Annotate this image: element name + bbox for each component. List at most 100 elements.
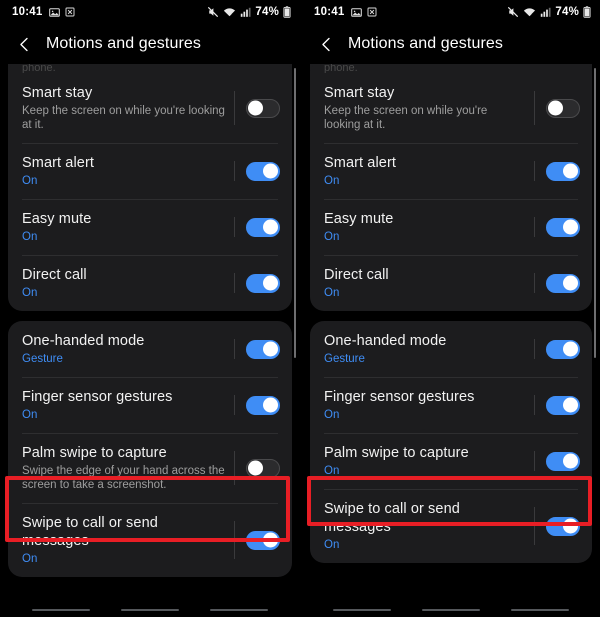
settings-scroll-area[interactable]: phone. Smart stay Keep the screen on whi… xyxy=(302,64,600,617)
toggle-palm-swipe-to-capture[interactable] xyxy=(546,451,580,471)
row-title: Smart alert xyxy=(22,155,95,171)
row-subtitle: Keep the screen on while you're looking … xyxy=(22,105,225,131)
chevron-left-icon xyxy=(321,37,330,51)
row-title: Finger sensor gestures xyxy=(324,389,475,405)
toggle-direct-call[interactable] xyxy=(246,273,280,293)
row-text: Smart stay Keep the screen on while you'… xyxy=(324,84,534,132)
wifi-icon xyxy=(223,7,236,18)
battery-icon xyxy=(583,6,591,18)
toggle-finger-sensor-gestures[interactable] xyxy=(546,395,580,415)
toggle-one-handed-mode[interactable] xyxy=(546,339,580,359)
settings-row-finger-sensor-gestures[interactable]: Finger sensor gestures On xyxy=(8,377,292,433)
toggle-easy-mute[interactable] xyxy=(546,217,580,237)
toggle-knob xyxy=(563,397,578,413)
row-text: Smart stay Keep the screen on while you'… xyxy=(22,84,234,132)
toggle-smart-stay[interactable] xyxy=(546,98,580,118)
settings-row-palm-swipe-to-capture[interactable]: Palm swipe to capture On xyxy=(310,433,592,489)
toggle-easy-mute[interactable] xyxy=(246,217,280,237)
toggle-swipe-to-call[interactable] xyxy=(546,516,580,536)
row-title: Smart stay xyxy=(324,85,395,101)
toggle-knob xyxy=(548,100,563,116)
settings-row-smart-stay[interactable]: Smart stay Keep the screen on while you'… xyxy=(8,73,292,143)
settings-row-palm-swipe-to-capture[interactable]: Palm swipe to capture Swipe the edge of … xyxy=(8,433,292,503)
settings-row-smart-alert[interactable]: Smart alert On xyxy=(310,143,592,199)
toggle-knob xyxy=(263,219,278,235)
row-divider xyxy=(234,217,235,237)
row-divider xyxy=(534,451,535,471)
row-text: Easy mute On xyxy=(324,210,534,244)
clipped-description-text: phone. xyxy=(310,64,592,73)
row-subtitle: On xyxy=(324,287,340,299)
row-subtitle: On xyxy=(22,553,38,565)
status-bar-clock: 10:41 xyxy=(12,6,43,18)
row-text: One-handed mode Gesture xyxy=(22,332,234,366)
nav-hint-back[interactable] xyxy=(510,609,569,611)
row-text: Palm swipe to capture On xyxy=(324,444,534,478)
row-text: Swipe to call or send messages On xyxy=(22,514,234,566)
toggle-finger-sensor-gestures[interactable] xyxy=(246,395,280,415)
settings-row-smart-stay[interactable]: Smart stay Keep the screen on while you'… xyxy=(310,73,592,143)
row-title: One-handed mode xyxy=(22,333,145,349)
row-divider xyxy=(234,451,235,485)
settings-row-swipe-to-call[interactable]: Swipe to call or send messages On xyxy=(310,489,592,563)
row-subtitle: On xyxy=(22,287,38,299)
mute-icon xyxy=(507,6,519,18)
scrollbar-thumb[interactable] xyxy=(594,68,596,358)
row-text: Easy mute On xyxy=(22,210,234,244)
nav-hint-recents[interactable] xyxy=(31,609,90,611)
row-divider xyxy=(534,217,535,237)
settings-row-easy-mute[interactable]: Easy mute On xyxy=(310,199,592,255)
back-button[interactable] xyxy=(13,33,35,55)
settings-row-one-handed-mode[interactable]: One-handed mode Gesture xyxy=(310,321,592,377)
settings-row-swipe-to-call[interactable]: Swipe to call or send messages On xyxy=(8,503,292,577)
toggle-direct-call[interactable] xyxy=(546,273,580,293)
toggle-knob xyxy=(563,518,578,534)
row-title: Direct call xyxy=(22,267,87,283)
toggle-smart-alert[interactable] xyxy=(246,161,280,181)
toggle-knob xyxy=(563,341,578,357)
row-subtitle: On xyxy=(22,231,38,243)
settings-row-easy-mute[interactable]: Easy mute On xyxy=(8,199,292,255)
row-subtitle: Gesture xyxy=(324,353,365,365)
settings-group-screen: phone. Smart stay Keep the screen on whi… xyxy=(310,64,592,311)
wifi-icon xyxy=(523,7,536,18)
row-title: Easy mute xyxy=(22,211,92,227)
settings-row-direct-call[interactable]: Direct call On xyxy=(310,255,592,311)
comparison-stage: 10:41 74% Motions and gestures phone. Sm… xyxy=(0,0,600,617)
screenshot-icon xyxy=(65,7,75,17)
settings-row-finger-sensor-gestures[interactable]: Finger sensor gestures On xyxy=(310,377,592,433)
toggle-one-handed-mode[interactable] xyxy=(246,339,280,359)
clipped-description-text: phone. xyxy=(8,64,292,73)
toggle-swipe-to-call[interactable] xyxy=(246,530,280,550)
toggle-palm-swipe-to-capture[interactable] xyxy=(246,458,280,478)
settings-row-smart-alert[interactable]: Smart alert On xyxy=(8,143,292,199)
settings-row-direct-call[interactable]: Direct call On xyxy=(8,255,292,311)
row-divider xyxy=(234,339,235,359)
status-bar-system-icons: 74% xyxy=(507,6,591,18)
row-text: Swipe to call or send messages On xyxy=(324,500,534,552)
toggle-knob xyxy=(263,341,278,357)
toggle-smart-alert[interactable] xyxy=(546,161,580,181)
scrollbar-thumb[interactable] xyxy=(294,68,296,358)
row-subtitle: Keep the screen on while you're looking … xyxy=(324,105,488,131)
nav-hint-back[interactable] xyxy=(210,609,269,611)
status-bar-notification-icons xyxy=(49,7,75,18)
nav-hint-recents[interactable] xyxy=(333,609,392,611)
toggle-smart-stay[interactable] xyxy=(246,98,280,118)
nav-hint-home[interactable] xyxy=(421,609,480,611)
nav-hint-home[interactable] xyxy=(120,609,179,611)
row-text: Smart alert On xyxy=(324,154,534,188)
row-subtitle: On xyxy=(22,409,38,421)
row-title: Smart stay xyxy=(22,85,93,101)
app-bar: Motions and gestures xyxy=(302,24,600,64)
row-divider xyxy=(234,395,235,415)
row-title: Palm swipe to capture xyxy=(22,445,167,461)
row-divider xyxy=(534,395,535,415)
settings-row-one-handed-mode[interactable]: One-handed mode Gesture xyxy=(8,321,292,377)
status-bar-clock: 10:41 xyxy=(314,6,345,18)
settings-scroll-area[interactable]: phone. Smart stay Keep the screen on whi… xyxy=(0,64,300,617)
row-text: Finger sensor gestures On xyxy=(22,388,234,422)
back-button[interactable] xyxy=(315,33,337,55)
phone-screen-before: 10:41 74% Motions and gestures phone. Sm… xyxy=(0,0,300,617)
row-title: Palm swipe to capture xyxy=(324,445,469,461)
